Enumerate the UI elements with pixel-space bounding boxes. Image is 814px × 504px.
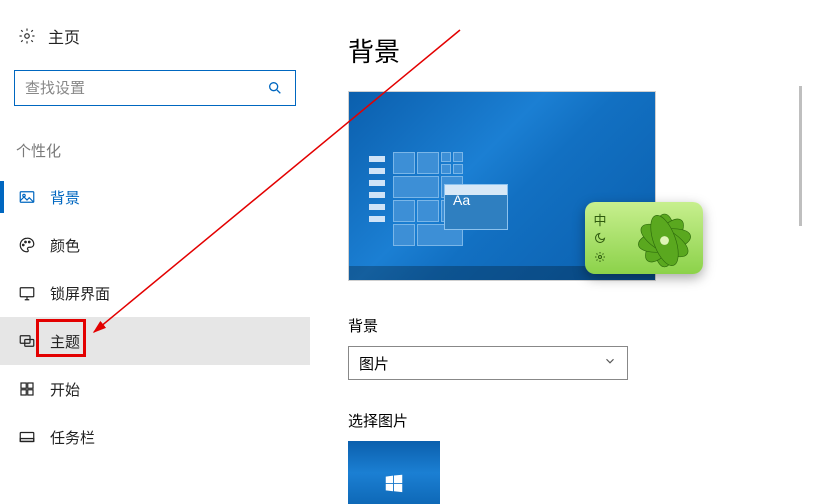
moon-icon (594, 232, 606, 247)
start-icon (18, 380, 36, 398)
home-row[interactable]: 主页 (14, 16, 296, 56)
ime-widget[interactable]: 中 (585, 202, 703, 274)
sidebar-item-taskbar[interactable]: 任务栏 (0, 413, 310, 461)
sidebar-item-label: 开始 (50, 379, 80, 400)
background-field-label: 背景 (348, 315, 794, 336)
ime-mode-char: 中 (593, 210, 606, 229)
flower-art (615, 202, 703, 274)
desktop-preview: Aa 中 (348, 91, 656, 281)
taskbar-icon (18, 428, 36, 446)
palette-icon (18, 236, 36, 254)
section-label: 个性化 (14, 140, 296, 161)
main-panel: 背景 Aa 中 (348, 0, 814, 504)
sidebar-item-colors[interactable]: 颜色 (0, 221, 310, 269)
chevron-down-icon (603, 354, 617, 372)
sidebar-item-background[interactable]: 背景 (0, 173, 310, 221)
search-icon[interactable] (263, 76, 287, 100)
sidebar-item-label: 颜色 (50, 235, 80, 256)
nav: 背景 颜色 锁屏界面 (0, 173, 310, 461)
search-input[interactable] (23, 79, 263, 98)
sidebar-item-start[interactable]: 开始 (0, 365, 310, 413)
sidebar-item-label: 背景 (50, 187, 80, 208)
page-title: 背景 (348, 32, 794, 69)
background-select[interactable]: 图片 (348, 346, 628, 380)
gear-icon[interactable] (594, 251, 606, 266)
theme-icon (18, 332, 36, 350)
home-label: 主页 (48, 24, 80, 48)
gear-icon (18, 27, 36, 45)
search-field[interactable] (14, 70, 296, 106)
windows-logo-icon (383, 472, 405, 499)
choose-picture-label: 选择图片 (348, 410, 794, 431)
settings-window: 主页 个性化 背景 (0, 0, 814, 504)
scrollbar[interactable] (799, 86, 802, 226)
picture-thumbnail[interactable] (348, 441, 440, 504)
sidebar-item-label: 任务栏 (50, 427, 95, 448)
preview-sample-text: Aa (453, 192, 470, 208)
background-select-value: 图片 (359, 353, 389, 374)
sidebar-item-label: 主题 (50, 331, 80, 352)
sidebar-item-label: 锁屏界面 (50, 283, 110, 304)
sidebar-item-lockscreen[interactable]: 锁屏界面 (0, 269, 310, 317)
sidebar-item-themes[interactable]: 主题 (0, 317, 310, 365)
sidebar: 主页 个性化 背景 (0, 0, 310, 504)
picture-icon (18, 188, 36, 206)
monitor-icon (18, 284, 36, 302)
